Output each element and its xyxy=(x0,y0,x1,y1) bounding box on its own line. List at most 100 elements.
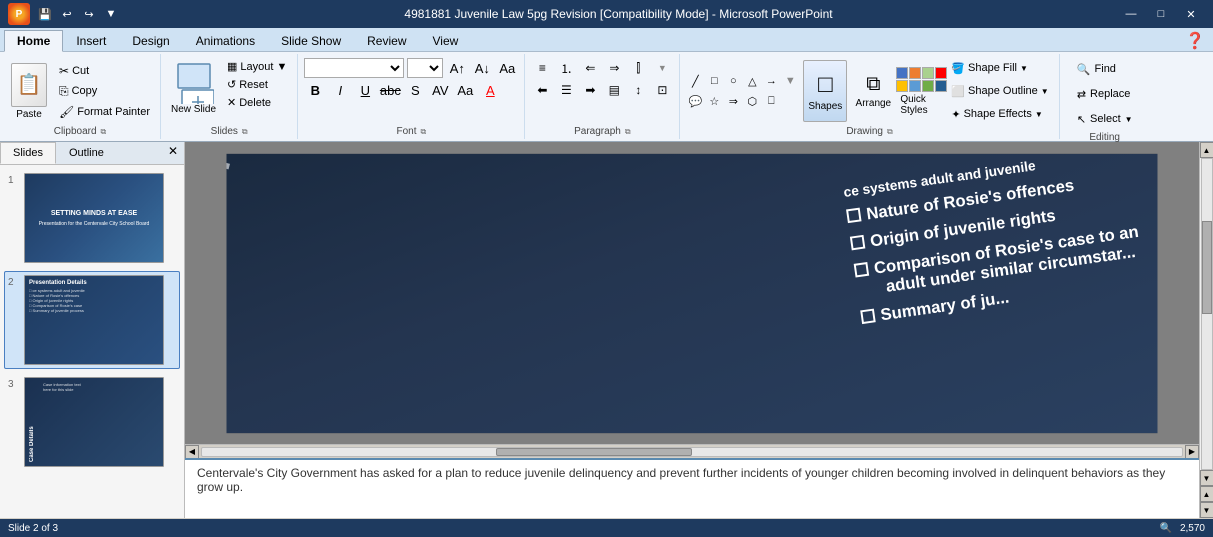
reset-button[interactable]: ↺ Reset xyxy=(223,76,291,93)
line-shape-button[interactable]: ╱ xyxy=(686,72,704,90)
tab-home[interactable]: Home xyxy=(4,30,63,52)
scroll-left-button[interactable]: ◀ xyxy=(185,445,199,459)
status-bar-right: 🔍 2,570 xyxy=(1160,523,1205,534)
tab-insert[interactable]: Insert xyxy=(63,30,119,51)
align-center-button[interactable]: ☰ xyxy=(555,80,577,100)
slides-expand-icon[interactable]: ⧉ xyxy=(242,127,248,137)
textbox-shape-button[interactable]: ⎕ xyxy=(762,92,780,110)
scroll-next-slide-button[interactable]: ▼ xyxy=(1200,502,1213,518)
horizontal-scrollbar[interactable]: ◀ ▶ xyxy=(185,444,1199,458)
arrange-button[interactable]: ⧉ Arrange xyxy=(851,60,895,122)
clear-format-button[interactable]: Aa xyxy=(496,58,518,78)
increase-font-button[interactable]: A↑ xyxy=(446,58,468,78)
star-shape-button[interactable]: ☆ xyxy=(705,92,723,110)
text-direction-button[interactable]: ⊡ xyxy=(651,80,673,100)
font-size-select[interactable] xyxy=(407,58,443,78)
notes-area[interactable]: Centervale's City Government has asked f… xyxy=(185,458,1199,518)
clipboard-expand-icon[interactable]: ⧉ xyxy=(101,127,107,137)
slides-tab[interactable]: Slides xyxy=(0,142,56,164)
scroll-right-button[interactable]: ▶ xyxy=(1185,445,1199,459)
tab-slideshow[interactable]: Slide Show xyxy=(268,30,354,51)
scroll-track-v[interactable] xyxy=(1201,158,1213,470)
vertical-scrollbar[interactable]: ▲ ▼ ▲ ▼ xyxy=(1199,142,1213,518)
tab-view[interactable]: View xyxy=(420,30,472,51)
bold-button[interactable]: B xyxy=(304,80,326,100)
maximize-button[interactable]: □ xyxy=(1147,4,1175,24)
shape-effects-button[interactable]: ✦ Shape Effects ▼ xyxy=(947,104,1052,124)
align-right-button[interactable]: ➡ xyxy=(579,80,601,100)
scroll-up-button[interactable]: ▲ xyxy=(1200,142,1213,158)
undo-button[interactable]: ↩ xyxy=(58,5,76,23)
oval-shape-button[interactable]: ○ xyxy=(724,72,742,90)
numbering-button[interactable]: ⒈ xyxy=(555,58,577,78)
columns-button[interactable]: ⫿ xyxy=(627,58,649,78)
quick-styles-button[interactable]: Quick Styles xyxy=(899,60,943,122)
strikethrough-button[interactable]: abc xyxy=(379,80,401,100)
format-painter-button[interactable]: 🖌 Format Painter xyxy=(55,103,154,121)
minimize-button[interactable]: — xyxy=(1117,4,1145,24)
outline-tab[interactable]: Outline xyxy=(56,142,117,164)
find-button[interactable]: 🔍 Find xyxy=(1072,58,1138,80)
flowchart-shape-button[interactable]: ⬡ xyxy=(743,92,761,110)
layout-button[interactable]: ▦ Layout ▼ xyxy=(223,58,291,75)
format-painter-icon: 🖌 xyxy=(59,105,74,119)
change-case-button[interactable]: Aa xyxy=(454,80,476,100)
paragraph-expand-icon[interactable]: ⧉ xyxy=(625,127,631,137)
shape-fill-button[interactable]: 🪣 Shape Fill ▼ xyxy=(947,58,1052,78)
select-button[interactable]: ↖ Select ▼ xyxy=(1072,108,1138,130)
delete-button[interactable]: ✕ Delete xyxy=(223,94,291,111)
more-shapes-button[interactable]: ▼ xyxy=(781,72,799,90)
shape-effects-dropdown-icon[interactable]: ▼ xyxy=(1035,110,1043,119)
help-icon[interactable]: ❓ xyxy=(1185,31,1205,51)
triangle-shape-button[interactable]: △ xyxy=(743,72,761,90)
copy-icon: ⎘ xyxy=(59,84,69,99)
shape-fill-dropdown-icon[interactable]: ▼ xyxy=(1020,64,1028,73)
para-more-button[interactable]: ▼ xyxy=(651,58,673,78)
shape-outline-button[interactable]: ⬜ Shape Outline ▼ xyxy=(947,81,1052,101)
scroll-thumb-v[interactable] xyxy=(1202,221,1212,314)
tab-design[interactable]: Design xyxy=(119,30,182,51)
underline-button[interactable]: U xyxy=(354,80,376,100)
block-arrow-shape-button[interactable]: ⇒ xyxy=(724,92,742,110)
save-button[interactable]: 💾 xyxy=(36,5,54,23)
shape-outline-dropdown-icon[interactable]: ▼ xyxy=(1041,87,1049,96)
scroll-thumb-h[interactable] xyxy=(496,448,692,456)
paste-button[interactable]: 📋 Paste xyxy=(6,60,52,123)
close-panel-button[interactable]: ✕ xyxy=(162,142,184,164)
rect-shape-button[interactable]: □ xyxy=(705,72,723,90)
close-button[interactable]: ✕ xyxy=(1177,4,1205,24)
drawing-expand-icon[interactable]: ⧉ xyxy=(887,127,893,137)
redo-button[interactable]: ↪ xyxy=(80,5,98,23)
slide-thumb-2[interactable]: 2 Presentation Details □ ce systems adul… xyxy=(4,271,180,369)
cut-button[interactable]: ✂ Cut xyxy=(55,62,154,80)
font-color-button[interactable]: A xyxy=(479,80,501,100)
slide-thumb-3[interactable]: 3 Case Details Case information texthere… xyxy=(4,373,180,471)
scroll-down-button[interactable]: ▼ xyxy=(1200,470,1213,486)
decrease-indent-button[interactable]: ⇐ xyxy=(579,58,601,78)
slide-canvas[interactable]: Presentation Details ce systems adult an… xyxy=(185,142,1199,444)
callout-shape-button[interactable]: 💬 xyxy=(686,92,704,110)
italic-button[interactable]: I xyxy=(329,80,351,100)
decrease-font-button[interactable]: A↓ xyxy=(471,58,493,78)
tab-review[interactable]: Review xyxy=(354,30,419,51)
increase-indent-button[interactable]: ⇒ xyxy=(603,58,625,78)
shadow-button[interactable]: S xyxy=(404,80,426,100)
justify-button[interactable]: ▤ xyxy=(603,80,625,100)
new-slide-button[interactable]: New Slide xyxy=(167,58,220,117)
slide-thumb-1[interactable]: 1 SETTING MINDS AT EASE Presentation for… xyxy=(4,169,180,267)
font-family-select[interactable] xyxy=(304,58,404,78)
font-expand-icon[interactable]: ⧉ xyxy=(420,127,426,137)
scroll-track-h[interactable] xyxy=(201,447,1183,457)
align-left-button[interactable]: ⬅ xyxy=(531,80,553,100)
bullets-button[interactable]: ≡ xyxy=(531,58,553,78)
char-spacing-button[interactable]: AV xyxy=(429,80,451,100)
arrow-shape-button[interactable]: → xyxy=(762,72,780,90)
replace-button[interactable]: ⇄ Replace xyxy=(1072,83,1138,105)
shapes-big-button[interactable]: □ Shapes xyxy=(803,60,847,122)
quick-access-more-button[interactable]: ▼ xyxy=(102,5,120,23)
line-spacing-button[interactable]: ↕ xyxy=(627,80,649,100)
copy-button[interactable]: ⎘ Copy xyxy=(55,82,154,101)
tab-animations[interactable]: Animations xyxy=(183,30,268,51)
scroll-prev-slide-button[interactable]: ▲ xyxy=(1200,486,1213,502)
more-shapes-button-2[interactable] xyxy=(781,92,799,110)
